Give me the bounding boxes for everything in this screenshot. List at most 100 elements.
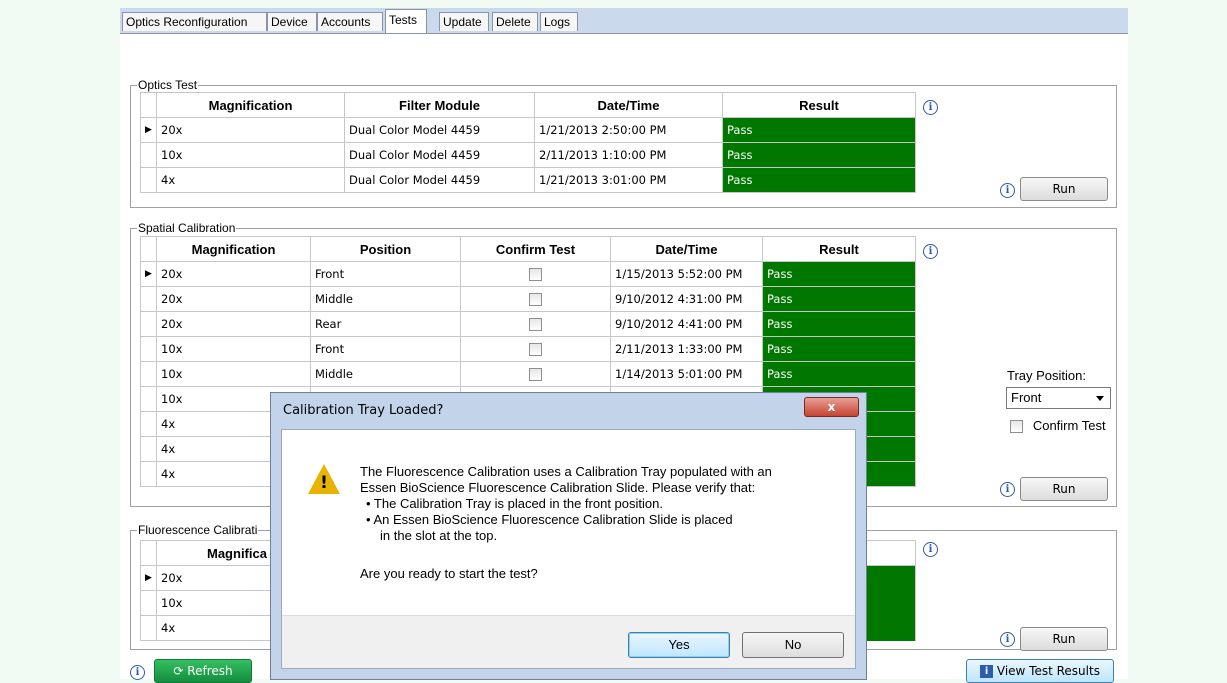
magnification-cell[interactable]: 10x <box>156 361 311 387</box>
close-icon[interactable]: x <box>804 397 859 417</box>
position-cell[interactable]: Middle <box>310 361 461 387</box>
fluorescence-run-button[interactable]: Run <box>1020 627 1108 651</box>
position-cell[interactable]: Middle <box>310 286 461 312</box>
fluorescence-run-info-icon[interactable]: i <box>1000 632 1015 647</box>
result-cell[interactable]: Pass <box>722 142 916 168</box>
tab-update[interactable]: Update <box>439 12 489 31</box>
spatial-run-button[interactable]: Run <box>1020 477 1108 501</box>
row-selector-icon[interactable]: ▶ <box>140 261 157 287</box>
table-row[interactable]: 4x Dual Color Model 4459 1/21/2013 3:01:… <box>140 167 916 193</box>
row-selector[interactable] <box>140 142 157 168</box>
confirm-test-checkbox[interactable] <box>460 336 611 362</box>
position-cell[interactable]: Front <box>310 336 461 362</box>
column-header[interactable]: Result <box>722 92 916 118</box>
row-selector[interactable] <box>140 411 157 437</box>
filter-cell[interactable]: Dual Color Model 4459 <box>344 117 535 143</box>
table-row[interactable]: 10x Front 2/11/2013 1:33:00 PM Pass <box>140 336 916 362</box>
view-test-results-label: View Test Results <box>996 664 1100 678</box>
tab-device[interactable]: Device <box>267 12 317 31</box>
tab-tests[interactable]: Tests <box>385 9 427 34</box>
confirm-test-checkbox[interactable] <box>460 361 611 387</box>
optics-run-button[interactable]: Run <box>1020 177 1108 201</box>
datetime-cell[interactable]: 1/21/2013 3:01:00 PM <box>534 167 723 193</box>
column-header[interactable]: Date/Time <box>610 236 763 262</box>
spatial-info-icon[interactable]: i <box>923 244 938 259</box>
confirm-test-checkbox[interactable] <box>1010 420 1023 433</box>
confirm-test-checkbox[interactable] <box>460 286 611 312</box>
datetime-cell[interactable]: 2/11/2013 1:33:00 PM <box>610 336 763 362</box>
calibration-tray-dialog: Calibration Tray Loaded? x ! The Fluores… <box>270 392 867 680</box>
row-selector-icon[interactable]: ▶ <box>140 565 157 591</box>
row-selector[interactable] <box>140 167 157 193</box>
result-cell[interactable]: Pass <box>722 117 916 143</box>
datetime-cell[interactable]: 9/10/2012 4:41:00 PM <box>610 311 763 337</box>
info-icon: i <box>980 665 994 678</box>
column-header[interactable]: Date/Time <box>534 92 723 118</box>
row-selector[interactable] <box>140 336 157 362</box>
magnification-cell[interactable]: 4x <box>156 167 345 193</box>
magnification-cell[interactable]: 10x <box>156 142 345 168</box>
no-button[interactable]: No <box>742 632 844 658</box>
row-selector[interactable] <box>140 386 157 412</box>
view-test-results-button[interactable]: i View Test Results <box>966 659 1114 683</box>
position-cell[interactable]: Rear <box>310 311 461 337</box>
column-header[interactable]: Result <box>762 236 916 262</box>
result-cell[interactable]: Pass <box>722 167 916 193</box>
filter-cell[interactable]: Dual Color Model 4459 <box>344 167 535 193</box>
tab-accounts[interactable]: Accounts <box>317 12 383 31</box>
result-cell[interactable]: Pass <box>762 336 916 362</box>
result-cell[interactable]: Pass <box>762 261 916 287</box>
yes-button[interactable]: Yes <box>628 632 730 658</box>
table-row[interactable]: 20x Middle 9/10/2012 4:31:00 PM Pass <box>140 286 916 312</box>
column-header[interactable]: Confirm Test <box>460 236 611 262</box>
dialog-title: Calibration Tray Loaded? <box>283 403 444 418</box>
table-row[interactable]: 20x Rear 9/10/2012 4:41:00 PM Pass <box>140 311 916 337</box>
column-header[interactable]: Position <box>310 236 461 262</box>
optics-info-icon[interactable]: i <box>923 100 938 115</box>
row-selector[interactable] <box>140 361 157 387</box>
confirm-test-checkbox[interactable] <box>460 311 611 337</box>
row-selector[interactable] <box>140 461 157 487</box>
position-cell[interactable]: Front <box>310 261 461 287</box>
result-cell[interactable]: Pass <box>762 286 916 312</box>
column-header[interactable]: Magnification <box>156 92 345 118</box>
table-row[interactable]: 10x Middle 1/14/2013 5:01:00 PM Pass <box>140 361 916 387</box>
table-row[interactable]: ▶ 20x Dual Color Model 4459 1/21/2013 2:… <box>140 117 916 143</box>
magnification-cell[interactable]: 20x <box>156 117 345 143</box>
optics-test-title: Optics Test <box>137 78 199 92</box>
row-selector[interactable] <box>140 615 157 641</box>
column-header[interactable]: Filter Module <box>344 92 535 118</box>
magnification-cell[interactable]: 20x <box>156 286 311 312</box>
tab-divider <box>120 33 1128 34</box>
datetime-cell[interactable]: 9/10/2012 4:31:00 PM <box>610 286 763 312</box>
spatial-run-info-icon[interactable]: i <box>1000 482 1015 497</box>
row-selector[interactable] <box>140 311 157 337</box>
datetime-cell[interactable]: 1/15/2013 5:52:00 PM <box>610 261 763 287</box>
filter-cell[interactable]: Dual Color Model 4459 <box>344 142 535 168</box>
row-selector[interactable] <box>140 590 157 616</box>
tab-delete[interactable]: Delete <box>492 12 538 31</box>
result-cell[interactable]: Pass <box>762 361 916 387</box>
confirm-test-checkbox[interactable] <box>460 261 611 287</box>
table-row[interactable]: ▶ 20x Front 1/15/2013 5:52:00 PM Pass <box>140 261 916 287</box>
row-selector[interactable] <box>140 286 157 312</box>
refresh-button[interactable]: ⟳ Refresh <box>154 659 252 683</box>
magnification-cell[interactable]: 20x <box>156 261 311 287</box>
magnification-cell[interactable]: 10x <box>156 336 311 362</box>
table-row[interactable]: 10x Dual Color Model 4459 2/11/2013 1:10… <box>140 142 916 168</box>
magnification-cell[interactable]: 20x <box>156 311 311 337</box>
fluorescence-info-icon[interactable]: i <box>923 542 938 557</box>
tray-position-select[interactable]: Front <box>1006 387 1111 409</box>
datetime-cell[interactable]: 1/21/2013 2:50:00 PM <box>534 117 723 143</box>
column-header[interactable]: Magnification <box>156 236 311 262</box>
optics-run-info-icon[interactable]: i <box>1000 183 1015 198</box>
row-selector-icon[interactable]: ▶ <box>140 117 157 143</box>
datetime-cell[interactable]: 2/11/2013 1:10:00 PM <box>534 142 723 168</box>
tab-optics-reconfiguration[interactable]: Optics Reconfiguration <box>122 12 267 31</box>
refresh-info-icon[interactable]: i <box>130 665 145 680</box>
result-cell[interactable]: Pass <box>762 311 916 337</box>
row-selector[interactable] <box>140 436 157 462</box>
tab-logs[interactable]: Logs <box>540 12 578 31</box>
confirm-test-checkbox-group[interactable]: Confirm Test <box>1010 418 1106 433</box>
datetime-cell[interactable]: 1/14/2013 5:01:00 PM <box>610 361 763 387</box>
